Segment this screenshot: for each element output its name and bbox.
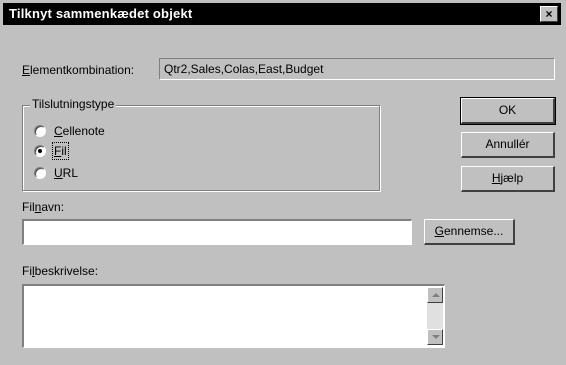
radio-cellenote-label: Cellenote [54,124,105,138]
radio-fil-label: Fil [52,142,69,160]
scroll-down-button[interactable] [427,329,443,345]
radio-url-label: URL [54,166,79,180]
arrow-up-icon [432,293,440,297]
dialog-title: Tilknyt sammenkædet objekt [9,6,193,21]
member-combination-label: Elementkombination: [22,63,135,77]
radio-button-icon[interactable] [34,125,46,137]
help-button[interactable]: Hjælp [461,166,555,192]
cancel-button[interactable]: Annullér [461,132,555,158]
file-description-textarea[interactable] [22,284,445,348]
file-description-scrollbar[interactable] [427,287,443,345]
close-icon: × [545,7,553,21]
radio-button-icon[interactable] [34,167,46,179]
close-button[interactable]: × [540,6,558,22]
file-description-label: Filbeskrivelse: [22,264,99,278]
member-combination-value: Qtr2,Sales,Colas,East,Budget [164,62,324,76]
browse-button[interactable]: Gennemse... [424,219,515,245]
title-bar: Tilknyt sammenkædet objekt × [3,3,561,25]
scroll-up-button[interactable] [427,287,443,303]
radio-button-selected-icon[interactable] [34,145,46,157]
link-object-dialog: Tilknyt sammenkædet objekt × Elementkomb… [0,0,566,365]
ok-button[interactable]: OK [460,97,556,125]
member-combination-field: Qtr2,Sales,Colas,East,Budget [159,58,555,80]
arrow-down-icon [432,335,440,339]
file-name-input[interactable] [22,219,412,245]
connection-type-title: Tilslutningstype [30,97,117,111]
file-name-label: Filnavn: [22,200,65,214]
